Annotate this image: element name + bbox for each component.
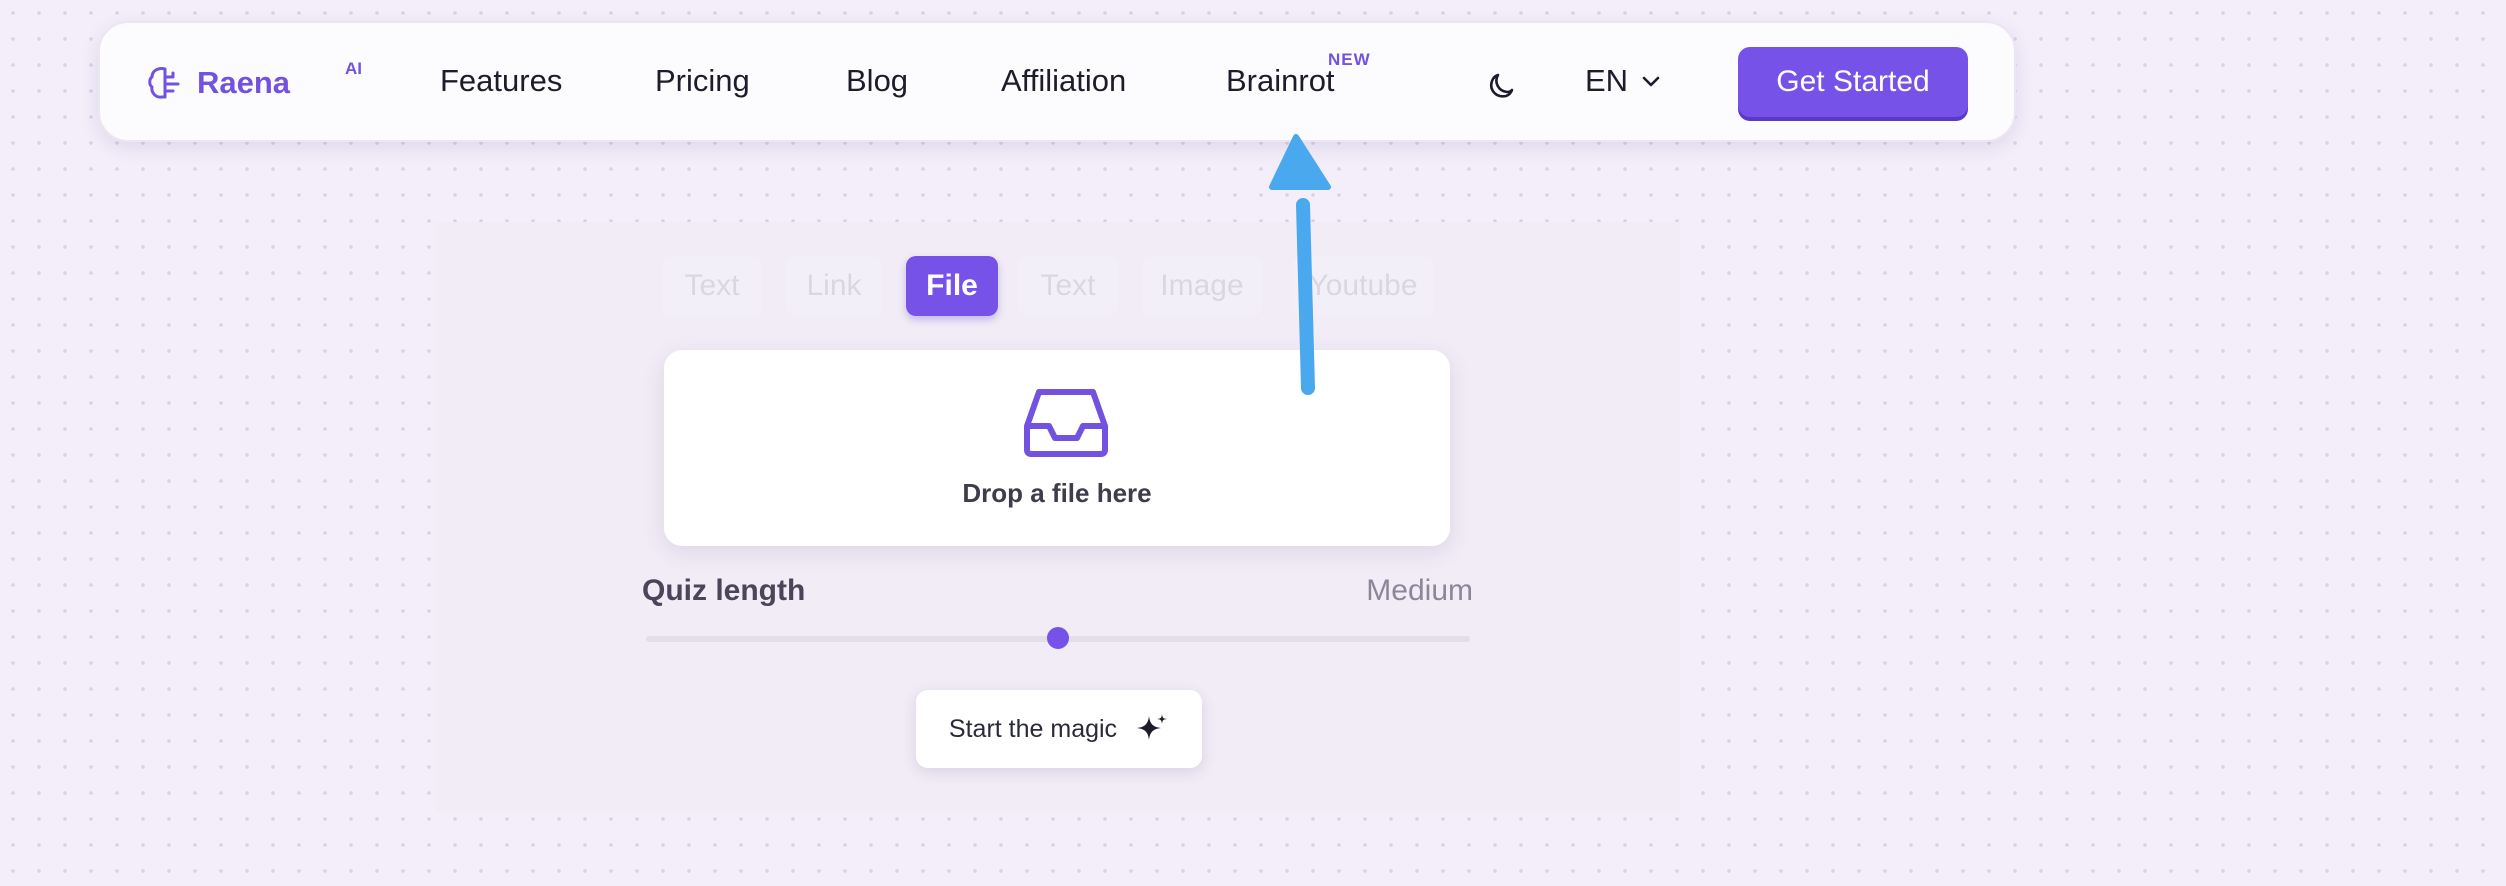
- inbox-icon: [1024, 389, 1108, 457]
- moon-icon[interactable]: [1482, 68, 1518, 104]
- start-magic-label: Start the magic: [948, 714, 1118, 743]
- slider-thumb[interactable]: [1047, 627, 1069, 649]
- tab-link[interactable]: Link: [786, 256, 882, 316]
- quiz-length-value: Medium: [1366, 574, 1473, 607]
- quiz-length-label: Quiz length: [642, 574, 806, 607]
- nav-link-affiliation[interactable]: Affiliation: [1001, 63, 1126, 99]
- tab-file[interactable]: File: [906, 256, 998, 316]
- new-badge: NEW: [1328, 50, 1371, 69]
- annotation-arrow: [1269, 134, 1331, 395]
- tab-text-2[interactable]: Text: [1018, 256, 1118, 316]
- chevron-down-icon: [1642, 76, 1660, 87]
- drop-label: Drop a file here: [962, 478, 1152, 508]
- nav-link-features[interactable]: Features: [440, 63, 562, 99]
- logo-superscript: AI: [345, 59, 362, 78]
- start-magic-button[interactable]: Start the magic: [916, 690, 1202, 768]
- get-started-button[interactable]: Get Started: [1738, 47, 1968, 117]
- brain-icon: [148, 67, 180, 99]
- tab-image[interactable]: Image: [1142, 256, 1262, 316]
- logo[interactable]: Raena AI: [145, 59, 362, 105]
- tab-text[interactable]: Text: [662, 256, 762, 316]
- nav-link-pricing[interactable]: Pricing: [655, 63, 750, 99]
- nav-link-blog[interactable]: Blog: [846, 63, 908, 99]
- navbar: Raena AI Features Pricing Blog Affiliati…: [98, 21, 2016, 142]
- logo-text: Raena: [197, 65, 291, 100]
- nav-link-brainrot[interactable]: Brainrot: [1226, 63, 1335, 99]
- language-select[interactable]: EN: [1585, 63, 1664, 99]
- page: Raena AI Features Pricing Blog Affiliati…: [0, 0, 2506, 886]
- language-label: EN: [1585, 63, 1629, 98]
- sparkle-icon: [1137, 714, 1168, 740]
- demo-card: Text Link File Text Image Youtube Drop a…: [436, 222, 1680, 812]
